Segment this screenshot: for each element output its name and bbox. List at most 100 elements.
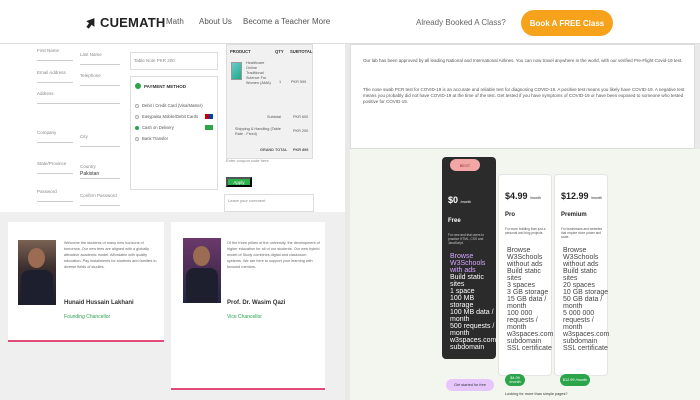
feature-item: SSL certificate bbox=[507, 345, 552, 352]
plan-name: Free bbox=[448, 218, 461, 224]
plan-price: $12.99 /month bbox=[561, 191, 602, 201]
subtotal-label: Subtotal bbox=[267, 115, 281, 119]
product-name: Healthcare Online Traditional Science Fo… bbox=[246, 61, 271, 85]
rocket-icon bbox=[83, 15, 98, 31]
state-field[interactable]: State/Province bbox=[37, 159, 73, 174]
password-field[interactable]: Password bbox=[37, 187, 73, 202]
payment-option-label: Easypaisa Mobile/Debit Cards bbox=[142, 114, 199, 119]
feature-item: 50 GB data / month bbox=[563, 296, 603, 310]
plan-features: Browse W3Schools without ads Build stati… bbox=[507, 247, 553, 352]
plan-description: For new and trial users to practice HTML… bbox=[448, 233, 484, 245]
nav-link-more[interactable]: More bbox=[312, 17, 330, 26]
grand-total-value: PKR 899 bbox=[293, 148, 309, 152]
notice-paragraph-1: Our lab has been approved by all leading… bbox=[363, 58, 683, 63]
feature-item: w3spaces.com subdomain bbox=[507, 331, 554, 345]
founder-photo bbox=[18, 240, 56, 305]
city-field[interactable]: City bbox=[80, 132, 120, 147]
radio-selected-icon[interactable] bbox=[135, 125, 139, 130]
feature-item: 15 GB data / month bbox=[507, 296, 547, 310]
feature-item: Browse W3Schools with ads bbox=[450, 253, 486, 274]
product-thumbnail bbox=[231, 62, 242, 80]
payment-option-label: Cash on Delivery bbox=[142, 125, 174, 130]
pro-plan-button[interactable]: $4.99 /month bbox=[505, 374, 525, 386]
order-note: Table Note PKR 200 bbox=[130, 52, 218, 70]
feature-item: 3 GB storage bbox=[507, 289, 549, 296]
cash-icon bbox=[205, 125, 213, 130]
payment-option-cod[interactable]: Cash on Delivery bbox=[135, 125, 174, 130]
payment-option-card[interactable]: Debit / Credit Card (Visa/Master) bbox=[135, 103, 203, 108]
payment-option-easypaisa[interactable]: Easypaisa Mobile/Debit Cards bbox=[135, 114, 198, 119]
nav-link-about[interactable]: About Us bbox=[199, 17, 232, 26]
plan-features: Browse W3Schools with ads Build static s… bbox=[450, 253, 496, 351]
payment-option-label: Bank Transfer bbox=[142, 136, 169, 141]
address-field[interactable]: Address bbox=[37, 89, 120, 104]
subtotal-value: PKR 600 bbox=[293, 115, 309, 119]
testimonial-name: Hunaid Hussain Lakhani bbox=[64, 300, 134, 306]
payment-method-title: PAYMENT METHOD bbox=[144, 83, 187, 89]
feature-item: 100 MB storage bbox=[450, 295, 475, 309]
top-navbar: CUEMATH Math About Us Become a Teacher M… bbox=[0, 0, 700, 44]
feature-item: 100 MB data / month bbox=[450, 309, 494, 323]
plan-badge: BEST bbox=[450, 159, 480, 171]
pricing-section: BEST $0 /month Free For new and trial us… bbox=[350, 149, 700, 400]
testimonial-card: Welcome the students of many new horizon… bbox=[8, 222, 164, 342]
feature-item: w3spaces.com subdomain bbox=[563, 331, 610, 345]
radio-icon[interactable] bbox=[135, 114, 139, 119]
logo-text: CUEMATH bbox=[100, 15, 166, 30]
payment-option-bank[interactable]: Bank Transfer bbox=[135, 136, 168, 141]
confirm-password-field[interactable]: Confirm Password bbox=[80, 191, 120, 206]
telephone-field[interactable]: Telephone bbox=[80, 71, 120, 86]
pricing-footnote: Looking for more than simple pages? bbox=[505, 392, 568, 396]
shipping-label: Shipping & Handling (Table Rate - Fixed) bbox=[235, 127, 281, 136]
coupon-input[interactable]: Enter coupon code here bbox=[226, 158, 269, 163]
summary-header-product: PRODUCT bbox=[230, 49, 251, 54]
premium-plan-button[interactable]: $12.99 /month bbox=[560, 374, 590, 386]
feature-item: 3 spaces bbox=[507, 282, 536, 289]
feature-item: SSL certificate bbox=[563, 345, 608, 352]
feature-item: 1 space bbox=[450, 288, 475, 295]
nav-link-math[interactable]: Math bbox=[166, 17, 184, 26]
covid-notice-panel: Our lab has been approved by all leading… bbox=[350, 44, 695, 149]
feature-item: 10 GB storage bbox=[563, 289, 609, 296]
plan-description: For more building than just a personal a… bbox=[505, 227, 546, 235]
plan-card-premium: $12.99 /month Premium For businesses and… bbox=[554, 174, 610, 376]
order-summary: PRODUCT QTY SUBTOTAL Healthcare Online T… bbox=[226, 44, 313, 159]
radio-icon[interactable] bbox=[135, 136, 139, 141]
plan-name: Premium bbox=[561, 212, 587, 218]
email-field[interactable]: Email Address bbox=[37, 68, 73, 83]
plan-price: $4.99 /month bbox=[505, 191, 541, 201]
plan-card-free: BEST $0 /month Free For new and trial us… bbox=[442, 157, 496, 359]
first-name-field[interactable]: First Name bbox=[37, 46, 73, 61]
comment-textarea[interactable]: Leave your comment bbox=[224, 194, 314, 212]
cuemath-logo[interactable]: CUEMATH bbox=[86, 15, 165, 30]
country-select[interactable]: Country Pakistan bbox=[80, 162, 120, 179]
plan-price-period: /month bbox=[530, 196, 541, 200]
already-booked-link[interactable]: Already Booked A Class? bbox=[416, 18, 506, 27]
book-free-class-button[interactable]: Book A FREE Class bbox=[521, 10, 613, 36]
plan-price: $0 /month bbox=[448, 195, 471, 205]
chancellor-photo bbox=[183, 238, 221, 303]
feature-item: Build static sites bbox=[563, 268, 597, 282]
feature-item: Build static sites bbox=[450, 274, 484, 288]
testimonial-text: Welcome the students of many new horizon… bbox=[64, 241, 157, 269]
nav-link-teacher[interactable]: Become a Teacher bbox=[243, 17, 310, 26]
plan-price-amount: $4.99 bbox=[505, 191, 528, 201]
grand-total-label: GRAND TOTAL bbox=[260, 148, 288, 152]
product-qty: 1 bbox=[279, 80, 282, 84]
radio-icon[interactable] bbox=[135, 103, 139, 108]
card-brands-icon bbox=[205, 114, 213, 119]
feature-item: 20 spaces bbox=[563, 282, 595, 289]
plan-card-pro: $4.99 /month Pro For more building than … bbox=[498, 174, 553, 376]
country-label: Country bbox=[80, 164, 96, 169]
company-field[interactable]: Company bbox=[37, 128, 73, 143]
feature-item: Browse W3Schools without ads bbox=[507, 247, 543, 268]
last-name-field[interactable]: Last Name bbox=[80, 50, 120, 65]
plan-name: Pro bbox=[505, 212, 516, 218]
payment-method-panel: PAYMENT METHOD Debit / Credit Card (Visa… bbox=[130, 76, 218, 190]
apply-coupon-button[interactable]: Apply bbox=[226, 177, 252, 187]
summary-header-qty: QTY bbox=[275, 49, 284, 54]
testimonial-role: Vice Chancellor bbox=[227, 314, 262, 320]
plan-price-period: /month bbox=[591, 196, 602, 200]
get-started-free-button[interactable]: Get started for free bbox=[446, 379, 494, 391]
payment-option-label: Debit / Credit Card (Visa/Master) bbox=[142, 103, 203, 108]
